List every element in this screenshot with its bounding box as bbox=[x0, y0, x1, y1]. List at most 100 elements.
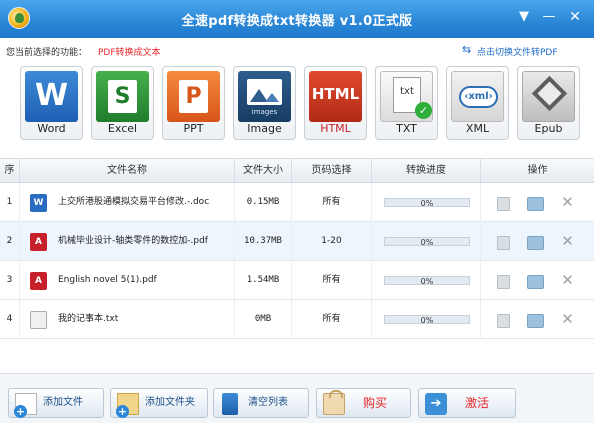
table-row[interactable]: 2 A 机械毕业设计-轴类零件的数控加-.pdf 10.37MB 1-20 0%… bbox=[0, 222, 594, 261]
function-label: 您当前选择的功能： bbox=[6, 48, 88, 58]
page-selection[interactable]: 1-20 bbox=[292, 222, 372, 261]
table-row[interactable]: 3 A English novel 5(1).pdf 1.54MB 所有 0% … bbox=[0, 261, 594, 300]
column-header: 页码选择 bbox=[292, 159, 372, 183]
format-label: PPT bbox=[183, 122, 204, 135]
menu-dropdown-icon[interactable]: ▼ bbox=[515, 8, 533, 26]
file-size: 10.37MB bbox=[235, 222, 292, 261]
switch-mode-link[interactable]: 点击切换文件转PDF bbox=[477, 45, 558, 58]
file-name: 机械毕业设计-轴类零件的数控加-.pdf bbox=[58, 236, 208, 246]
open-folder-icon[interactable] bbox=[526, 311, 544, 328]
html-icon: HTML bbox=[309, 71, 362, 122]
operations-cell: ✕ bbox=[481, 261, 594, 300]
add-folder-button[interactable]: 添加文件夹 bbox=[110, 388, 208, 418]
table-row[interactable]: 1 W 上交所港股通模拟交易平台修改.-.doc 0.15MB 所有 0% ✕ bbox=[0, 183, 594, 222]
open-folder-icon[interactable] bbox=[526, 233, 544, 250]
add-file-label: 添加文件 bbox=[43, 397, 83, 408]
progress-bar: 0% bbox=[384, 198, 470, 208]
title-bar: 全速pdf转换成txt转换器 v1.0正式版 ▼ — ✕ bbox=[0, 0, 594, 38]
epub-icon bbox=[522, 71, 575, 122]
ppt-icon: P bbox=[167, 71, 220, 122]
delete-icon[interactable]: ✕ bbox=[559, 272, 576, 289]
minimize-button[interactable]: — bbox=[540, 8, 558, 26]
add-folder-icon bbox=[116, 393, 139, 418]
progress-cell: 0% bbox=[372, 300, 481, 339]
window-title: 全速pdf转换成txt转换器 v1.0正式版 bbox=[181, 14, 413, 29]
word-icon: W bbox=[25, 71, 78, 122]
file-name-cell: W 上交所港股通模拟交易平台修改.-.doc bbox=[20, 183, 235, 222]
format-txt-button[interactable]: txt ✓ TXT bbox=[375, 66, 438, 140]
file-name: 我的记事本.txt bbox=[58, 314, 119, 324]
activate-arrow-icon bbox=[425, 393, 447, 415]
format-label: HTML bbox=[320, 122, 351, 135]
progress-bar: 0% bbox=[384, 276, 470, 286]
row-index: 1 bbox=[0, 183, 20, 222]
word-file-icon: W bbox=[30, 194, 47, 212]
open-file-icon[interactable] bbox=[494, 311, 511, 328]
format-html-button[interactable]: HTML HTML bbox=[304, 66, 367, 140]
format-xml-button[interactable]: ‹xml› XML bbox=[446, 66, 509, 140]
open-file-icon[interactable] bbox=[494, 233, 511, 250]
clear-list-button[interactable]: 清空列表 bbox=[213, 388, 309, 418]
format-excel-button[interactable]: S Excel bbox=[91, 66, 154, 140]
file-name-cell: 我的记事本.txt bbox=[20, 300, 235, 339]
progress-bar: 0% bbox=[384, 237, 470, 247]
file-name-cell: A 机械毕业设计-轴类零件的数控加-.pdf bbox=[20, 222, 235, 261]
format-label: Word bbox=[37, 122, 66, 135]
open-file-icon[interactable] bbox=[494, 194, 511, 211]
row-index: 4 bbox=[0, 300, 20, 339]
clear-list-label: 清空列表 bbox=[248, 397, 288, 408]
format-epub-button[interactable]: Epub bbox=[517, 66, 580, 140]
buy-button[interactable]: 购买 bbox=[316, 388, 411, 418]
open-folder-icon[interactable] bbox=[526, 272, 544, 289]
table-row[interactable]: 4 我的记事本.txt 0MB 所有 0% ✕ bbox=[0, 300, 594, 339]
function-bar: 您当前选择的功能： PDF转换成文本 ⇆ 点击切换文件转PDF bbox=[0, 38, 594, 62]
format-label: Epub bbox=[534, 122, 563, 135]
activate-button[interactable]: 激活 bbox=[418, 388, 516, 418]
file-size: 1.54MB bbox=[235, 261, 292, 300]
column-header: 转换进度 bbox=[372, 159, 481, 183]
add-file-button[interactable]: 添加文件 bbox=[8, 388, 104, 418]
row-index: 3 bbox=[0, 261, 20, 300]
operations-cell: ✕ bbox=[481, 300, 594, 339]
operations-cell: ✕ bbox=[481, 222, 594, 261]
function-value: PDF转换成文本 bbox=[98, 48, 161, 58]
add-folder-label: 添加文件夹 bbox=[145, 397, 195, 408]
table-header: 序 文件名称 文件大小 页码选择 转换进度 操作 bbox=[0, 159, 594, 183]
delete-icon[interactable]: ✕ bbox=[559, 311, 576, 328]
file-size: 0.15MB bbox=[235, 183, 292, 222]
file-name: 上交所港股通模拟交易平台修改.-.doc bbox=[58, 197, 210, 207]
switch-arrows-icon[interactable]: ⇆ bbox=[462, 44, 475, 56]
progress-cell: 0% bbox=[372, 222, 481, 261]
column-header: 文件名称 bbox=[20, 159, 235, 183]
shopping-bag-icon bbox=[323, 390, 345, 415]
progress-cell: 0% bbox=[372, 183, 481, 222]
open-folder-icon[interactable] bbox=[526, 194, 544, 211]
format-label: XML bbox=[465, 122, 490, 135]
format-ppt-button[interactable]: P PPT bbox=[162, 66, 225, 140]
txt-icon: txt ✓ bbox=[380, 71, 433, 122]
pdf-file-icon: A bbox=[30, 272, 47, 290]
txt-file-icon bbox=[30, 311, 47, 329]
column-header: 序 bbox=[0, 159, 20, 183]
open-file-icon[interactable] bbox=[494, 272, 511, 289]
delete-icon[interactable]: ✕ bbox=[559, 233, 576, 250]
page-selection[interactable]: 所有 bbox=[292, 261, 372, 300]
image-icon: images bbox=[238, 71, 291, 122]
clear-list-icon bbox=[222, 393, 238, 415]
file-table: 序 文件名称 文件大小 页码选择 转换进度 操作 1 W 上交所港股通模拟交易平… bbox=[0, 158, 594, 373]
delete-icon[interactable]: ✕ bbox=[559, 194, 576, 211]
close-button[interactable]: ✕ bbox=[566, 8, 584, 26]
row-index: 2 bbox=[0, 222, 20, 261]
format-image-button[interactable]: images Image bbox=[233, 66, 296, 140]
column-header: 操作 bbox=[527, 165, 548, 176]
buy-label: 购买 bbox=[363, 396, 388, 410]
page-selection[interactable]: 所有 bbox=[292, 183, 372, 222]
bottom-toolbar: 添加文件 添加文件夹 清空列表 购买 激活 bbox=[0, 373, 594, 423]
format-word-button[interactable]: W Word bbox=[20, 66, 83, 140]
file-name: English novel 5(1).pdf bbox=[58, 275, 157, 285]
progress-cell: 0% bbox=[372, 261, 481, 300]
format-label: TXT bbox=[396, 122, 417, 135]
page-selection[interactable]: 所有 bbox=[292, 300, 372, 339]
file-name-cell: A English novel 5(1).pdf bbox=[20, 261, 235, 300]
excel-icon: S bbox=[96, 71, 149, 122]
